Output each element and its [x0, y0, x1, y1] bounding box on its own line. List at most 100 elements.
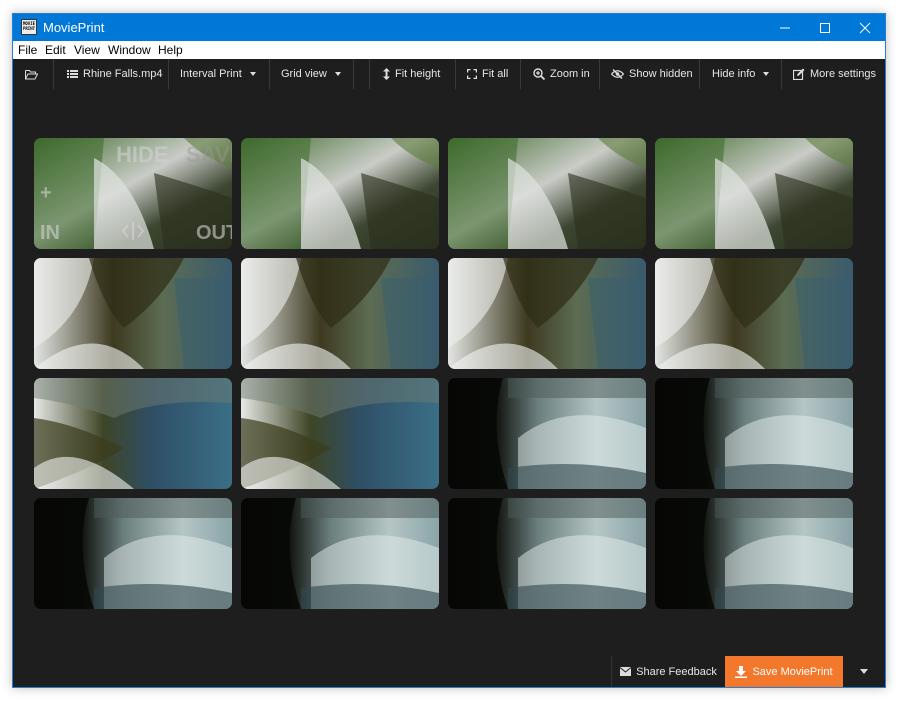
list-icon	[67, 70, 78, 78]
download-icon	[735, 665, 748, 678]
thumbnail[interactable]	[34, 378, 232, 489]
fit-height-button[interactable]: Fit height	[383, 59, 440, 89]
print-mode-label: Interval Print	[180, 68, 242, 80]
save-movieprint-button[interactable]: Save MoviePrint	[725, 656, 843, 687]
thumbnail[interactable]	[655, 498, 853, 609]
menu-help[interactable]: Help	[158, 43, 183, 57]
frame-image	[448, 258, 646, 369]
thumbnail[interactable]	[655, 138, 853, 249]
more-settings-button[interactable]: More settings	[793, 59, 876, 89]
save-movieprint-label: Save MoviePrint	[752, 665, 833, 678]
save-thumb-button[interactable]: SAVE	[186, 142, 232, 168]
toolbar-separator	[455, 59, 456, 89]
thumbnail[interactable]: HIDE SAVE + IN OUT	[34, 138, 232, 249]
frame-image	[241, 258, 439, 369]
toolbar-separator	[781, 59, 782, 89]
fit-all-button[interactable]: Fit all	[467, 59, 508, 89]
toolbar-separator	[269, 59, 270, 89]
hide-info-label: Hide info	[712, 68, 756, 80]
frame-image	[448, 138, 646, 249]
logo-text: MOVIE PRINT	[22, 21, 36, 31]
window-title: MoviePrint	[43, 20, 105, 35]
expand-icon	[467, 69, 477, 79]
bottom-bar: Share Feedback Save MoviePrint	[611, 656, 885, 687]
file-name-label: Rhine Falls.mp4	[83, 68, 163, 80]
toolbar-separator	[53, 59, 54, 89]
title-bar[interactable]: MOVIE PRINT MoviePrint	[13, 14, 885, 41]
thumbnail[interactable]	[448, 498, 646, 609]
view-mode-dropdown[interactable]: Grid view	[281, 59, 341, 89]
frame-image	[655, 258, 853, 369]
set-in-point-button[interactable]: IN	[40, 222, 60, 245]
fit-all-label: Fit all	[482, 68, 509, 80]
chevron-down-icon	[763, 72, 770, 76]
frame-image	[241, 498, 439, 609]
frame-image	[241, 138, 439, 249]
open-file-button[interactable]	[25, 59, 43, 89]
toolbar: Rhine Falls.mp4 Interval Print Grid view…	[13, 59, 885, 89]
thumbnail[interactable]	[448, 258, 646, 369]
scrub-handle-icon[interactable]	[121, 220, 145, 247]
menu-window[interactable]: Window	[108, 43, 151, 57]
toolbar-separator	[699, 59, 700, 89]
set-out-point-button[interactable]: OUT	[196, 222, 232, 245]
minimize-button[interactable]	[765, 14, 805, 41]
thumbnail[interactable]	[655, 258, 853, 369]
thumbnail[interactable]	[448, 138, 646, 249]
chevron-down-icon	[249, 72, 256, 76]
maximize-button[interactable]	[805, 14, 845, 41]
eye-slash-icon	[611, 69, 624, 79]
edit-icon	[793, 68, 805, 80]
more-settings-label: More settings	[810, 68, 877, 80]
toolbar-separator	[168, 59, 169, 89]
frame-image	[34, 258, 232, 369]
frame-image	[655, 378, 853, 489]
toolbar-separator	[599, 59, 600, 89]
folder-open-icon	[25, 69, 38, 79]
view-mode-label: Grid view	[281, 68, 327, 80]
file-list-button[interactable]: Rhine Falls.mp4	[67, 59, 162, 89]
toolbar-separator	[369, 59, 370, 89]
frame-image	[655, 498, 853, 609]
frame-image	[241, 378, 439, 489]
thumbnail[interactable]	[34, 258, 232, 369]
fit-height-label: Fit height	[395, 68, 441, 80]
vertical-arrows-icon	[383, 68, 390, 80]
thumbnail[interactable]	[241, 138, 439, 249]
add-thumb-button[interactable]: +	[40, 182, 52, 205]
chevron-down-icon	[860, 669, 868, 674]
thumbnail[interactable]	[241, 378, 439, 489]
hide-info-dropdown[interactable]: Hide info	[712, 59, 770, 89]
thumbnail[interactable]	[34, 498, 232, 609]
frame-image	[34, 378, 232, 489]
frame-image	[34, 498, 232, 609]
menu-bar: File Edit View Window Help	[13, 41, 885, 59]
menu-edit[interactable]: Edit	[45, 43, 66, 57]
frame-image	[448, 378, 646, 489]
close-icon	[859, 22, 871, 34]
toolbar-separator	[353, 59, 354, 89]
thumbnail[interactable]	[448, 378, 646, 489]
menu-view[interactable]: View	[74, 43, 100, 57]
app-window: MOVIE PRINT MoviePrint File Edit View Wi…	[12, 13, 886, 688]
zoom-in-icon	[533, 68, 545, 80]
thumbnail[interactable]	[655, 378, 853, 489]
print-mode-dropdown[interactable]: Interval Print	[180, 59, 256, 89]
frame-image	[655, 138, 853, 249]
envelope-icon	[620, 667, 632, 676]
save-options-dropdown[interactable]	[843, 656, 885, 687]
frame-image	[448, 498, 646, 609]
share-feedback-button[interactable]: Share Feedback	[611, 656, 725, 687]
hide-thumb-button[interactable]: HIDE	[116, 142, 169, 168]
show-hidden-button[interactable]: Show hidden	[611, 59, 693, 89]
share-feedback-label: Share Feedback	[636, 665, 717, 678]
movieprint-logo-icon: MOVIE PRINT	[21, 19, 37, 35]
zoom-in-button[interactable]: Zoom in	[533, 59, 590, 89]
zoom-in-label: Zoom in	[550, 68, 590, 80]
minimize-icon	[780, 27, 790, 29]
menu-file[interactable]: File	[18, 43, 37, 57]
thumbnail[interactable]	[241, 498, 439, 609]
close-button[interactable]	[845, 14, 885, 41]
thumbnail[interactable]	[241, 258, 439, 369]
maximize-icon	[820, 23, 830, 33]
